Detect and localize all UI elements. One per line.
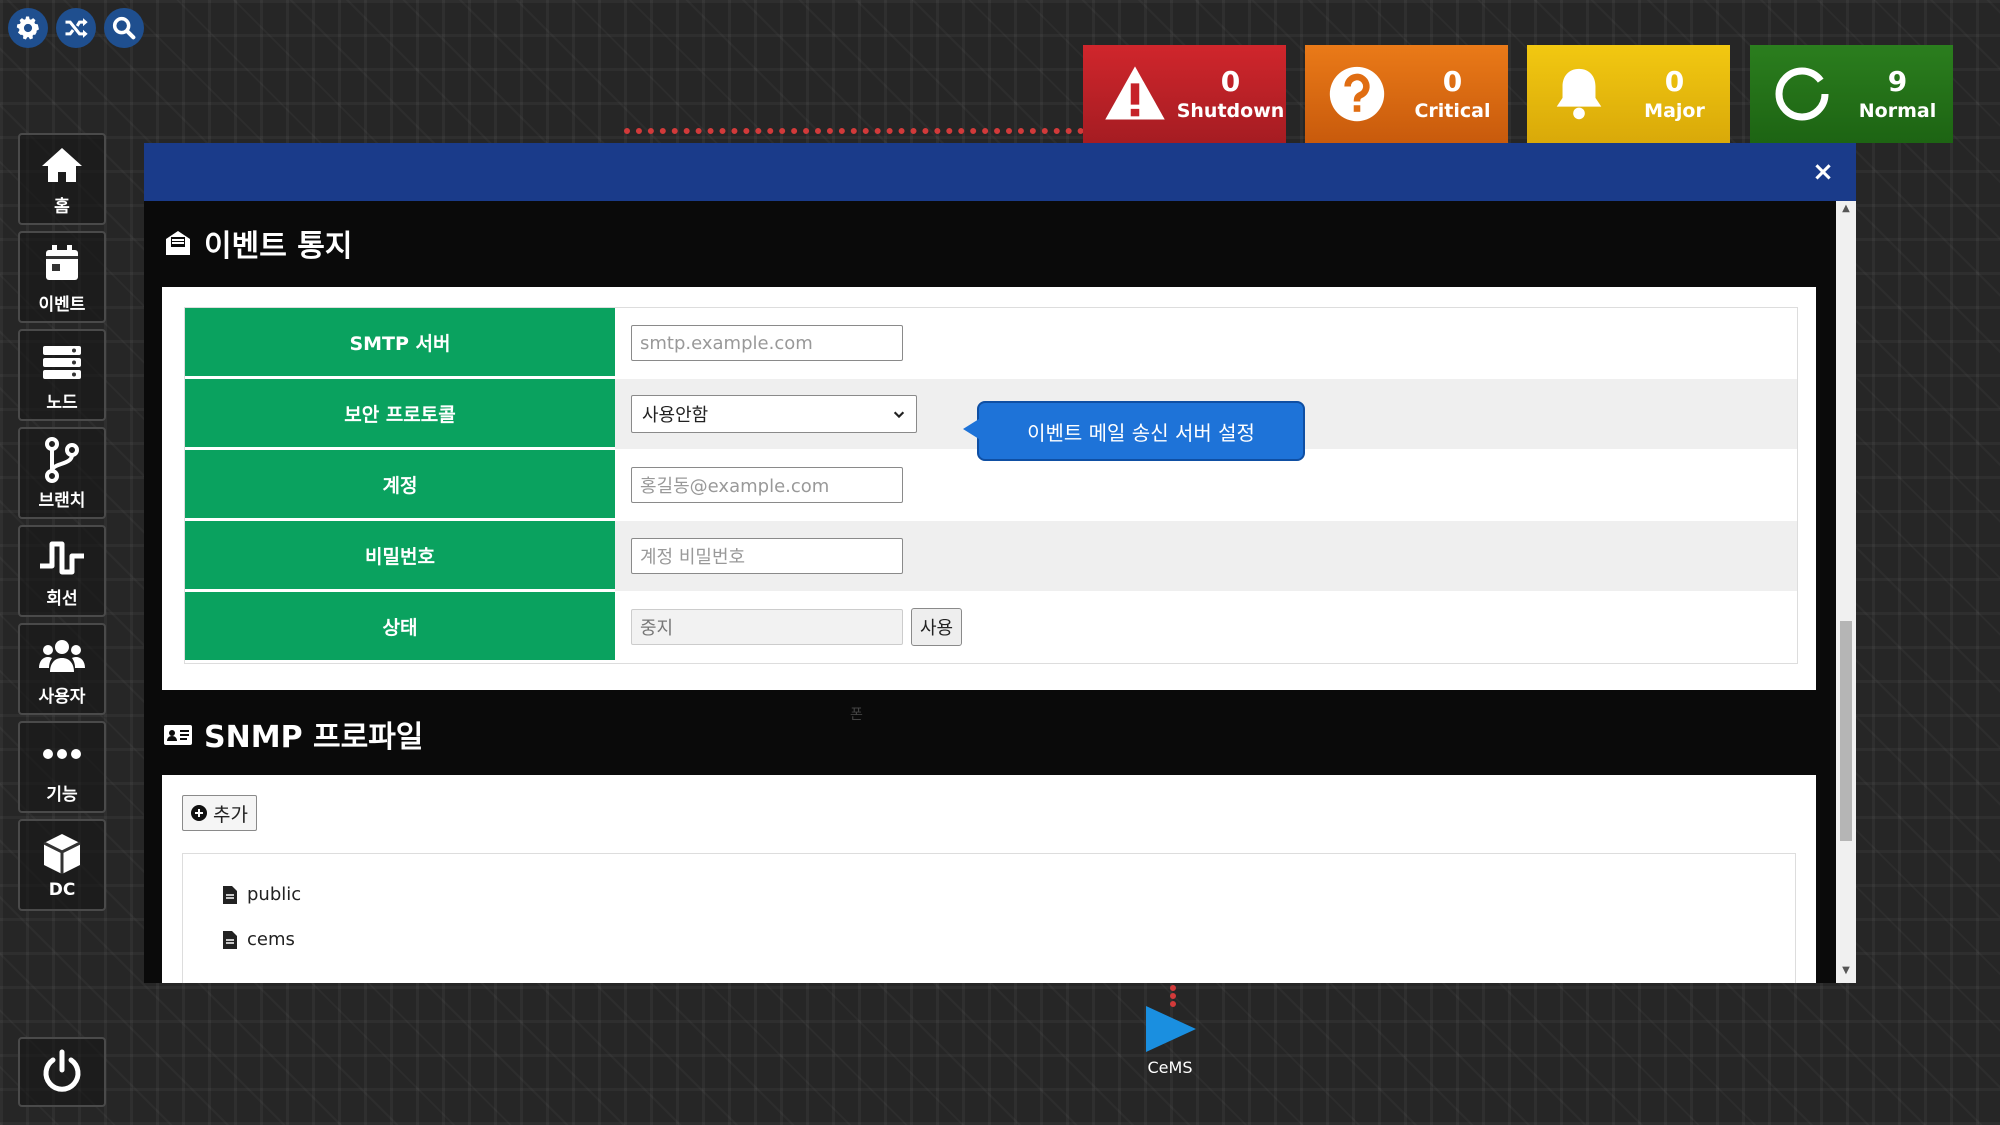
search-icon — [112, 16, 136, 40]
chevron-down-icon — [893, 411, 905, 419]
smtp-server-input[interactable]: smtp.example.com — [631, 325, 903, 361]
more-icon — [43, 748, 81, 759]
sidebar-item-home[interactable]: 홈 — [18, 133, 106, 225]
major-count: 0 — [1664, 65, 1685, 98]
scroll-down-icon[interactable]: ▼ — [1836, 965, 1856, 981]
cems-label: CeMS — [1147, 1058, 1193, 1077]
snmp-section-heading: SNMP 프로파일 — [204, 720, 424, 755]
snmp-profile-panel: 추가 public cems — [162, 775, 1816, 983]
form-row-smtp: SMTP 서버 smtp.example.com — [185, 308, 1797, 379]
sidebar: 홈 이벤트 노드 브랜치 회선 사용자 기능 DC — [18, 133, 106, 917]
users-icon — [39, 639, 85, 672]
security-protocol-value: 사용안함 — [642, 405, 709, 426]
smtp-tooltip: 이벤트 메일 송신 서버 설정 — [963, 401, 1305, 461]
status-field: 중지 — [631, 609, 903, 645]
shutdown-count: 0 — [1220, 65, 1241, 98]
security-protocol-label: 보안 프로토콜 — [185, 379, 615, 449]
sidebar-item-events[interactable]: 이벤트 — [18, 231, 106, 323]
gear-icon — [16, 16, 39, 40]
settings-modal: × 이벤트 통지 SMTP 서버 smtp.example.com 보안 프로토… — [144, 143, 1856, 983]
sidebar-item-label: 사용자 — [38, 686, 86, 707]
smtp-server-label: SMTP 서버 — [185, 308, 615, 378]
list-item[interactable]: cems — [223, 929, 295, 950]
home-icon — [42, 147, 82, 182]
event-settings-form: SMTP 서버 smtp.example.com 보안 프로토콜 사용안함 계정… — [184, 307, 1798, 664]
modal-scrollbar[interactable]: ▲ ▼ — [1836, 201, 1856, 983]
critical-label: Critical — [1414, 100, 1491, 122]
event-section-title: 이벤트 통지 — [162, 221, 352, 265]
password-label: 비밀번호 — [185, 521, 615, 591]
profile-name: cems — [247, 929, 295, 950]
status-label: 상태 — [185, 592, 615, 662]
form-row-password: 비밀번호 계정 비밀번호 — [185, 521, 1797, 592]
sidebar-item-label: 기능 — [46, 784, 78, 805]
sidebar-item-nodes[interactable]: 노드 — [18, 329, 106, 421]
sidebar-item-label: 브랜치 — [38, 490, 86, 511]
file-icon — [223, 930, 237, 949]
sidebar-item-dc[interactable]: DC — [18, 819, 106, 911]
sidebar-item-label: 이벤트 — [38, 294, 86, 315]
normal-count: 9 — [1887, 65, 1908, 98]
close-button[interactable]: × — [1810, 159, 1836, 185]
account-input[interactable]: 홍길동@example.com — [631, 467, 903, 503]
password-input[interactable]: 계정 비밀번호 — [631, 538, 903, 574]
sidebar-item-label: DC — [48, 880, 76, 900]
cube-icon — [43, 834, 81, 874]
id-card-icon — [164, 725, 192, 745]
plus-circle-icon — [191, 805, 207, 821]
form-row-status: 상태 중지 사용 — [185, 592, 1797, 663]
shuffle-button[interactable] — [56, 8, 96, 48]
status-tile-major[interactable]: 0 Major — [1527, 45, 1730, 143]
sidebar-item-branches[interactable]: 브랜치 — [18, 427, 106, 519]
status-tile-critical[interactable]: 0 Critical — [1305, 45, 1508, 143]
cems-launch[interactable]: CeMS — [1140, 1004, 1200, 1077]
scrollbar-thumb[interactable] — [1840, 621, 1852, 841]
settings-button[interactable] — [8, 8, 48, 48]
top-toolbar — [8, 8, 144, 48]
connection-line — [624, 128, 1084, 134]
major-label: Major — [1644, 100, 1705, 122]
calendar-icon — [46, 244, 78, 280]
modal-body: 이벤트 통지 SMTP 서버 smtp.example.com 보안 프로토콜 … — [144, 201, 1836, 983]
critical-count: 0 — [1442, 65, 1463, 98]
snmp-section-title: SNMP 프로파일 — [162, 712, 423, 756]
modal-header: × — [144, 143, 1856, 201]
sidebar-item-users[interactable]: 사용자 — [18, 623, 106, 715]
shuffle-icon — [65, 18, 88, 38]
question-icon — [1329, 66, 1385, 122]
sidebar-item-label: 노드 — [46, 392, 78, 413]
server-icon — [43, 345, 81, 379]
list-item[interactable]: public — [223, 884, 301, 905]
add-profile-label: 추가 — [213, 803, 248, 826]
event-settings-panel: SMTP 서버 smtp.example.com 보안 프로토콜 사용안함 계정… — [162, 287, 1816, 690]
sidebar-item-lines[interactable]: 회선 — [18, 525, 106, 617]
envelope-icon — [166, 231, 190, 255]
stray-text: 폰 — [850, 707, 863, 723]
profile-name: public — [247, 884, 302, 905]
sidebar-item-label: 홈 — [54, 196, 70, 217]
status-tile-normal[interactable]: 9 Normal — [1750, 45, 1953, 143]
play-icon — [1146, 1006, 1196, 1052]
status-tile-shutdown[interactable]: 0 Shutdown — [1083, 45, 1286, 143]
scroll-up-icon[interactable]: ▲ — [1836, 203, 1856, 219]
ring-icon — [1775, 67, 1829, 121]
add-profile-button[interactable]: 추가 — [182, 795, 257, 831]
enable-button[interactable]: 사용 — [911, 608, 963, 646]
power-button[interactable] — [18, 1037, 106, 1107]
normal-label: Normal — [1858, 100, 1937, 122]
sidebar-item-label: 회선 — [46, 588, 78, 609]
warning-icon — [1105, 66, 1165, 120]
event-section-heading: 이벤트 통지 — [204, 229, 353, 264]
security-protocol-select[interactable]: 사용안함 — [631, 395, 917, 433]
profile-list: public cems — [182, 853, 1796, 983]
bell-icon — [1556, 68, 1602, 120]
search-button[interactable] — [104, 8, 144, 48]
shutdown-label: Shutdown — [1176, 100, 1285, 122]
sidebar-item-functions[interactable]: 기능 — [18, 721, 106, 813]
power-icon — [43, 1049, 81, 1092]
file-icon — [223, 885, 237, 904]
signal-icon — [40, 541, 84, 574]
branch-icon — [45, 436, 79, 483]
account-label: 계정 — [185, 450, 615, 520]
